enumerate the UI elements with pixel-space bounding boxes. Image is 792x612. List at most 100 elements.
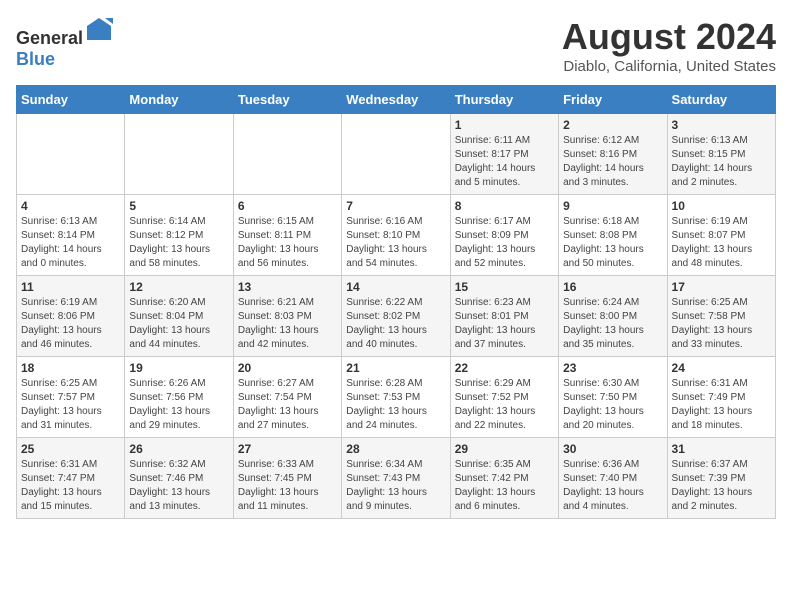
day-number: 15 xyxy=(455,280,554,294)
calendar-week-row: 25Sunrise: 6:31 AMSunset: 7:47 PMDayligh… xyxy=(17,438,776,519)
calendar-cell: 8 Sunrise: 6:17 AMSunset: 8:09 PMDaylight… xyxy=(450,195,558,276)
day-number: 13 xyxy=(238,280,337,294)
day-info: Sunrise: 6:20 AMSunset: 8:04 PMDaylight:… xyxy=(129,297,210,350)
day-info: Sunrise: 6:33 AMSunset: 7:45 PMDaylight:… xyxy=(238,459,319,512)
col-tuesday: Tuesday xyxy=(233,86,341,114)
day-number: 20 xyxy=(238,361,337,375)
day-info: Sunrise: 6:24 AMSunset: 8:00 PMDaylight:… xyxy=(563,297,644,350)
day-number: 14 xyxy=(346,280,445,294)
logo-text: General Blue xyxy=(16,16,113,70)
col-sunday: Sunday xyxy=(17,86,125,114)
logo-general: General xyxy=(16,28,83,48)
page-title: August 2024 xyxy=(562,16,776,58)
calendar-cell: 11Sunrise: 6:19 AMSunset: 8:06 PMDayligh… xyxy=(17,276,125,357)
day-number: 25 xyxy=(21,442,120,456)
calendar-cell xyxy=(342,114,450,195)
day-info: Sunrise: 6:13 AMSunset: 8:15 PMDaylight:… xyxy=(672,135,753,188)
day-info: Sunrise: 6:25 AMSunset: 7:58 PMDaylight:… xyxy=(672,297,753,350)
day-number: 6 xyxy=(238,199,337,213)
calendar-cell: 30 Sunrise: 6:36 AMSunset: 7:40 PMDayligh… xyxy=(559,438,667,519)
day-info: Sunrise: 6:19 AMSunset: 8:07 PMDaylight:… xyxy=(672,216,753,269)
day-number: 26 xyxy=(129,442,228,456)
day-number: 21 xyxy=(346,361,445,375)
calendar-cell: 12 Sunrise: 6:20 AMSunset: 8:04 PMDayligh… xyxy=(125,276,233,357)
col-saturday: Saturday xyxy=(667,86,775,114)
day-info: Sunrise: 6:34 AMSunset: 7:43 PMDaylight:… xyxy=(346,459,427,512)
day-number: 5 xyxy=(129,199,228,213)
calendar-cell xyxy=(125,114,233,195)
day-number: 3 xyxy=(672,118,771,132)
day-info: Sunrise: 6:13 AMSunset: 8:14 PMDaylight:… xyxy=(21,216,102,269)
day-number: 30 xyxy=(563,442,662,456)
calendar-cell: 26 Sunrise: 6:32 AMSunset: 7:46 PMDayligh… xyxy=(125,438,233,519)
day-info: Sunrise: 6:23 AMSunset: 8:01 PMDaylight:… xyxy=(455,297,536,350)
day-info: Sunrise: 6:17 AMSunset: 8:09 PMDaylight:… xyxy=(455,216,536,269)
day-number: 24 xyxy=(672,361,771,375)
logo-blue: Blue xyxy=(16,49,55,69)
day-info: Sunrise: 6:29 AMSunset: 7:52 PMDaylight:… xyxy=(455,378,536,431)
col-monday: Monday xyxy=(125,86,233,114)
calendar-cell: 15 Sunrise: 6:23 AMSunset: 8:01 PMDayligh… xyxy=(450,276,558,357)
calendar-cell: 23 Sunrise: 6:30 AMSunset: 7:50 PMDayligh… xyxy=(559,357,667,438)
calendar-cell: 2 Sunrise: 6:12 AMSunset: 8:16 PMDaylight… xyxy=(559,114,667,195)
title-area: August 2024 Diablo, California, United S… xyxy=(562,16,776,75)
calendar-week-row: 11Sunrise: 6:19 AMSunset: 8:06 PMDayligh… xyxy=(17,276,776,357)
day-number: 4 xyxy=(21,199,120,213)
calendar-cell: 31 Sunrise: 6:37 AMSunset: 7:39 PMDayligh… xyxy=(667,438,775,519)
calendar-cell: 29Sunrise: 6:35 AMSunset: 7:42 PMDayligh… xyxy=(450,438,558,519)
day-number: 1 xyxy=(455,118,554,132)
day-number: 2 xyxy=(563,118,662,132)
day-number: 12 xyxy=(129,280,228,294)
day-info: Sunrise: 6:19 AMSunset: 8:06 PMDaylight:… xyxy=(21,297,102,350)
calendar-cell: 10Sunrise: 6:19 AMSunset: 8:07 PMDayligh… xyxy=(667,195,775,276)
day-info: Sunrise: 6:12 AMSunset: 8:16 PMDaylight:… xyxy=(563,135,644,188)
calendar-cell: 22Sunrise: 6:29 AMSunset: 7:52 PMDayligh… xyxy=(450,357,558,438)
page-subtitle: Diablo, California, United States xyxy=(562,58,776,75)
day-info: Sunrise: 6:31 AMSunset: 7:49 PMDaylight:… xyxy=(672,378,753,431)
day-info: Sunrise: 6:28 AMSunset: 7:53 PMDaylight:… xyxy=(346,378,427,431)
calendar-cell: 17 Sunrise: 6:25 AMSunset: 7:58 PMDayligh… xyxy=(667,276,775,357)
calendar-cell xyxy=(17,114,125,195)
calendar-cell: 9Sunrise: 6:18 AMSunset: 8:08 PMDaylight… xyxy=(559,195,667,276)
calendar-week-row: 1 Sunrise: 6:11 AMSunset: 8:17 PMDaylight… xyxy=(17,114,776,195)
day-info: Sunrise: 6:37 AMSunset: 7:39 PMDaylight:… xyxy=(672,459,753,512)
day-number: 31 xyxy=(672,442,771,456)
day-number: 9 xyxy=(563,199,662,213)
day-number: 29 xyxy=(455,442,554,456)
col-thursday: Thursday xyxy=(450,86,558,114)
calendar-cell: 16Sunrise: 6:24 AMSunset: 8:00 PMDayligh… xyxy=(559,276,667,357)
calendar-table: Sunday Monday Tuesday Wednesday Thursday… xyxy=(16,85,776,519)
calendar-cell: 4 Sunrise: 6:13 AMSunset: 8:14 PMDaylight… xyxy=(17,195,125,276)
day-info: Sunrise: 6:26 AMSunset: 7:56 PMDaylight:… xyxy=(129,378,210,431)
calendar-header-row: Sunday Monday Tuesday Wednesday Thursday… xyxy=(17,86,776,114)
calendar-cell: 21 Sunrise: 6:28 AMSunset: 7:53 PMDayligh… xyxy=(342,357,450,438)
calendar-cell xyxy=(233,114,341,195)
calendar-cell: 5Sunrise: 6:14 AMSunset: 8:12 PMDaylight… xyxy=(125,195,233,276)
day-number: 8 xyxy=(455,199,554,213)
day-number: 18 xyxy=(21,361,120,375)
day-number: 27 xyxy=(238,442,337,456)
day-info: Sunrise: 6:27 AMSunset: 7:54 PMDaylight:… xyxy=(238,378,319,431)
calendar-week-row: 18Sunrise: 6:25 AMSunset: 7:57 PMDayligh… xyxy=(17,357,776,438)
calendar-cell: 19 Sunrise: 6:26 AMSunset: 7:56 PMDayligh… xyxy=(125,357,233,438)
day-info: Sunrise: 6:30 AMSunset: 7:50 PMDaylight:… xyxy=(563,378,644,431)
calendar-cell: 1 Sunrise: 6:11 AMSunset: 8:17 PMDaylight… xyxy=(450,114,558,195)
day-info: Sunrise: 6:36 AMSunset: 7:40 PMDaylight:… xyxy=(563,459,644,512)
day-info: Sunrise: 6:11 AMSunset: 8:17 PMDaylight:… xyxy=(455,135,536,188)
calendar-cell: 3 Sunrise: 6:13 AMSunset: 8:15 PMDaylight… xyxy=(667,114,775,195)
day-number: 19 xyxy=(129,361,228,375)
calendar-cell: 27 Sunrise: 6:33 AMSunset: 7:45 PMDayligh… xyxy=(233,438,341,519)
calendar-cell: 20 Sunrise: 6:27 AMSunset: 7:54 PMDayligh… xyxy=(233,357,341,438)
calendar-cell: 18Sunrise: 6:25 AMSunset: 7:57 PMDayligh… xyxy=(17,357,125,438)
day-info: Sunrise: 6:22 AMSunset: 8:02 PMDaylight:… xyxy=(346,297,427,350)
logo: General Blue xyxy=(16,16,113,70)
day-number: 23 xyxy=(563,361,662,375)
day-info: Sunrise: 6:21 AMSunset: 8:03 PMDaylight:… xyxy=(238,297,319,350)
day-info: Sunrise: 6:32 AMSunset: 7:46 PMDaylight:… xyxy=(129,459,210,512)
calendar-cell: 6Sunrise: 6:15 AMSunset: 8:11 PMDaylight… xyxy=(233,195,341,276)
calendar-cell: 28 Sunrise: 6:34 AMSunset: 7:43 PMDayligh… xyxy=(342,438,450,519)
calendar-cell: 25Sunrise: 6:31 AMSunset: 7:47 PMDayligh… xyxy=(17,438,125,519)
day-number: 17 xyxy=(672,280,771,294)
calendar-week-row: 4 Sunrise: 6:13 AMSunset: 8:14 PMDaylight… xyxy=(17,195,776,276)
day-number: 28 xyxy=(346,442,445,456)
